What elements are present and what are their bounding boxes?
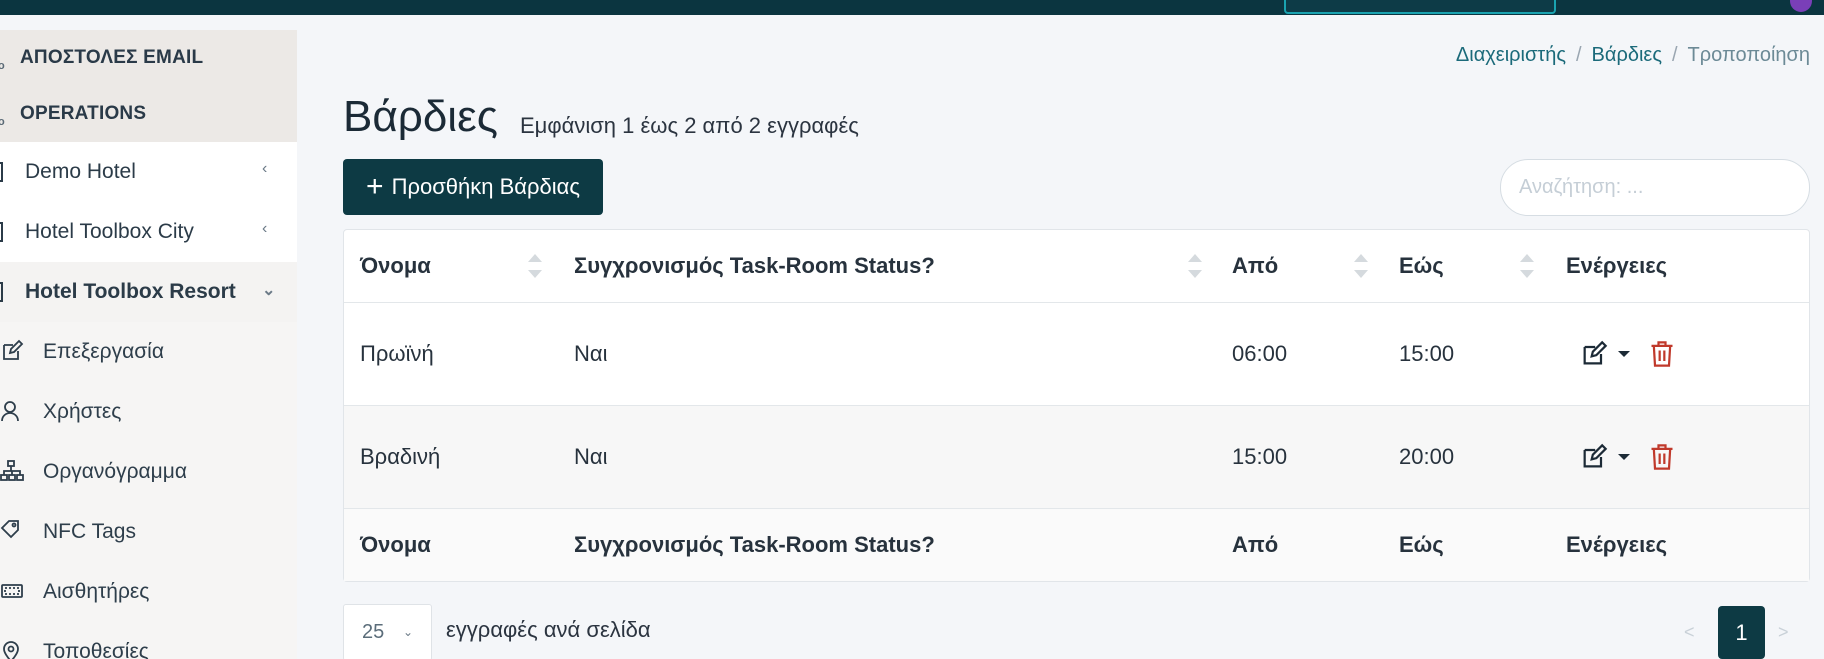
sidebar-item-label: Hotel Toolbox Resort: [25, 280, 236, 303]
breadcrumb: Διαχειριστής / Βάρδιες / Τροποποίηση: [1456, 44, 1810, 67]
chevron-down-icon: ⌄: [402, 625, 413, 639]
breadcrumb-link-admin[interactable]: Διαχειριστής: [1456, 44, 1566, 66]
sort-icon[interactable]: [528, 252, 542, 282]
plus-icon: +: [366, 170, 384, 203]
user-icon: [1, 401, 19, 422]
page-length-select[interactable]: 25 ⌄: [343, 604, 432, 659]
edit-icon[interactable]: [1580, 443, 1608, 471]
page-length-value: 25: [362, 621, 385, 643]
sidebar-section-operations[interactable]: o OPERATIONS: [0, 86, 297, 142]
column-footer-to: Εώς: [1399, 532, 1444, 557]
sidebar-item-org-chart[interactable]: Οργανόγραμμα: [0, 442, 297, 502]
sidebar-item-label: Χρήστες: [43, 400, 122, 423]
sidebar-item-sensors[interactable]: Αισθητήρες: [0, 562, 297, 622]
cell-from: 06:00: [1232, 341, 1288, 366]
cell-actions: [1566, 406, 1806, 508]
table-row: Βραδινή Ναι 15:00 20:00: [344, 406, 1809, 509]
column-header-sync[interactable]: Συγχρονισμός Task-Room Status?: [574, 230, 1194, 302]
sidebar-item-label: Αισθητήρες: [43, 580, 150, 603]
cell-to: 15:00: [1399, 341, 1455, 366]
column-footer-actions: Ενέργειες: [1566, 532, 1668, 557]
edit-icon: [3, 339, 24, 360]
sort-icon[interactable]: [1354, 252, 1368, 282]
table-header-row: Όνομα Συγχρονισμός Task-Room Status? Από…: [344, 230, 1809, 303]
add-shift-label: Προσθήκη Βάρδιας: [391, 174, 580, 199]
column-header-name[interactable]: Όνομα: [360, 230, 550, 302]
sidebar-section-label: ΑΠΟΣΤΟΛΕΣ EMAIL: [20, 47, 204, 68]
table-footer-row: Όνομα Συγχρονισμός Task-Room Status? Από…: [344, 509, 1809, 581]
cell-to: 20:00: [1399, 444, 1455, 469]
dropdown-caret-icon[interactable]: [1618, 351, 1630, 357]
sidebar-item-hotel-toolbox-city[interactable]: Hotel Toolbox City ‹: [0, 202, 297, 262]
sidebar-item-label: NFC Tags: [43, 520, 136, 543]
breadcrumb-current: Τροποποίηση: [1687, 44, 1810, 66]
sidebar: o ΑΠΟΣΤΟΛΕΣ EMAIL o OPERATIONS Demo Hote…: [0, 30, 297, 659]
sidebar-item-demo-hotel[interactable]: Demo Hotel ‹: [0, 142, 297, 202]
tag-icon: [0, 520, 19, 539]
breadcrumb-separator: /: [1575, 44, 1582, 66]
page-title: Βάρδιες: [343, 92, 498, 141]
bullet-icon: o: [0, 60, 5, 72]
column-footer-from: Από: [1232, 532, 1279, 557]
search-input[interactable]: [1500, 159, 1810, 216]
chevron-down-icon: ⌄: [262, 282, 276, 299]
chevron-left-icon: ‹: [262, 220, 268, 237]
sidebar-section-email[interactable]: o ΑΠΟΣΤΟΛΕΣ EMAIL: [0, 30, 297, 86]
edit-icon[interactable]: [1580, 340, 1608, 368]
building-icon: [0, 222, 3, 242]
topbar-search-field[interactable]: [1284, 0, 1556, 14]
cell-name: Πρωϊνή: [360, 341, 434, 366]
user-avatar[interactable]: [1790, 0, 1812, 12]
page-length-label: εγγραφές ανά σελίδα: [446, 617, 651, 642]
cell-sync: Ναι: [574, 444, 608, 469]
pagination-page-1[interactable]: 1: [1718, 606, 1765, 659]
sidebar-item-locations[interactable]: Τοποθεσίες: [0, 622, 297, 659]
sidebar-item-edit[interactable]: Επεξεργασία: [0, 322, 297, 382]
sidebar-item-hotel-toolbox-resort[interactable]: Hotel Toolbox Resort ⌄: [0, 262, 297, 322]
sidebar-item-users[interactable]: Χρήστες: [0, 382, 297, 442]
breadcrumb-link-shifts[interactable]: Βάρδιες: [1592, 44, 1662, 66]
pagination-next[interactable]: >: [1778, 606, 1804, 659]
sidebar-item-label: Τοποθεσίες: [43, 640, 149, 659]
sort-icon[interactable]: [1188, 252, 1202, 282]
trash-icon[interactable]: [1648, 443, 1676, 471]
column-header-actions: Ενέργειες: [1566, 253, 1668, 278]
cell-sync: Ναι: [574, 341, 608, 366]
sidebar-item-nfc-tags[interactable]: NFC Tags: [0, 502, 297, 562]
trash-icon[interactable]: [1648, 340, 1676, 368]
dropdown-caret-icon[interactable]: [1618, 454, 1630, 460]
top-navbar: [0, 0, 1824, 15]
sidebar-section-label: OPERATIONS: [20, 103, 147, 124]
breadcrumb-separator: /: [1671, 44, 1678, 66]
records-info: Εμφάνιση 1 έως 2 από 2 εγγραφές: [520, 113, 859, 138]
bullet-icon: o: [0, 116, 5, 128]
building-icon: [0, 162, 3, 182]
sidebar-item-label: Demo Hotel: [25, 160, 136, 183]
sidebar-item-label: Οργανόγραμμα: [43, 460, 188, 483]
sitemap-icon: [0, 460, 24, 481]
cell-actions: [1566, 303, 1806, 405]
sensor-icon: [1, 584, 23, 598]
location-icon: [3, 641, 19, 659]
sidebar-item-label: Hotel Toolbox City: [25, 220, 194, 243]
sidebar-item-label: Επεξεργασία: [43, 340, 164, 363]
pagination-prev[interactable]: <: [1684, 606, 1710, 659]
add-shift-button[interactable]: + Προσθήκη Βάρδιας: [343, 159, 603, 215]
shifts-table: Όνομα Συγχρονισμός Task-Room Status? Από…: [343, 229, 1810, 582]
column-footer-name: Όνομα: [360, 532, 431, 557]
sort-icon[interactable]: [1520, 252, 1534, 282]
building-icon: [0, 282, 3, 302]
chevron-left-icon: ‹: [262, 160, 268, 177]
cell-name: Βραδινή: [360, 444, 441, 469]
table-row: Πρωϊνή Ναι 06:00 15:00: [344, 303, 1809, 406]
column-footer-sync: Συγχρονισμός Task-Room Status?: [574, 532, 935, 557]
cell-from: 15:00: [1232, 444, 1288, 469]
